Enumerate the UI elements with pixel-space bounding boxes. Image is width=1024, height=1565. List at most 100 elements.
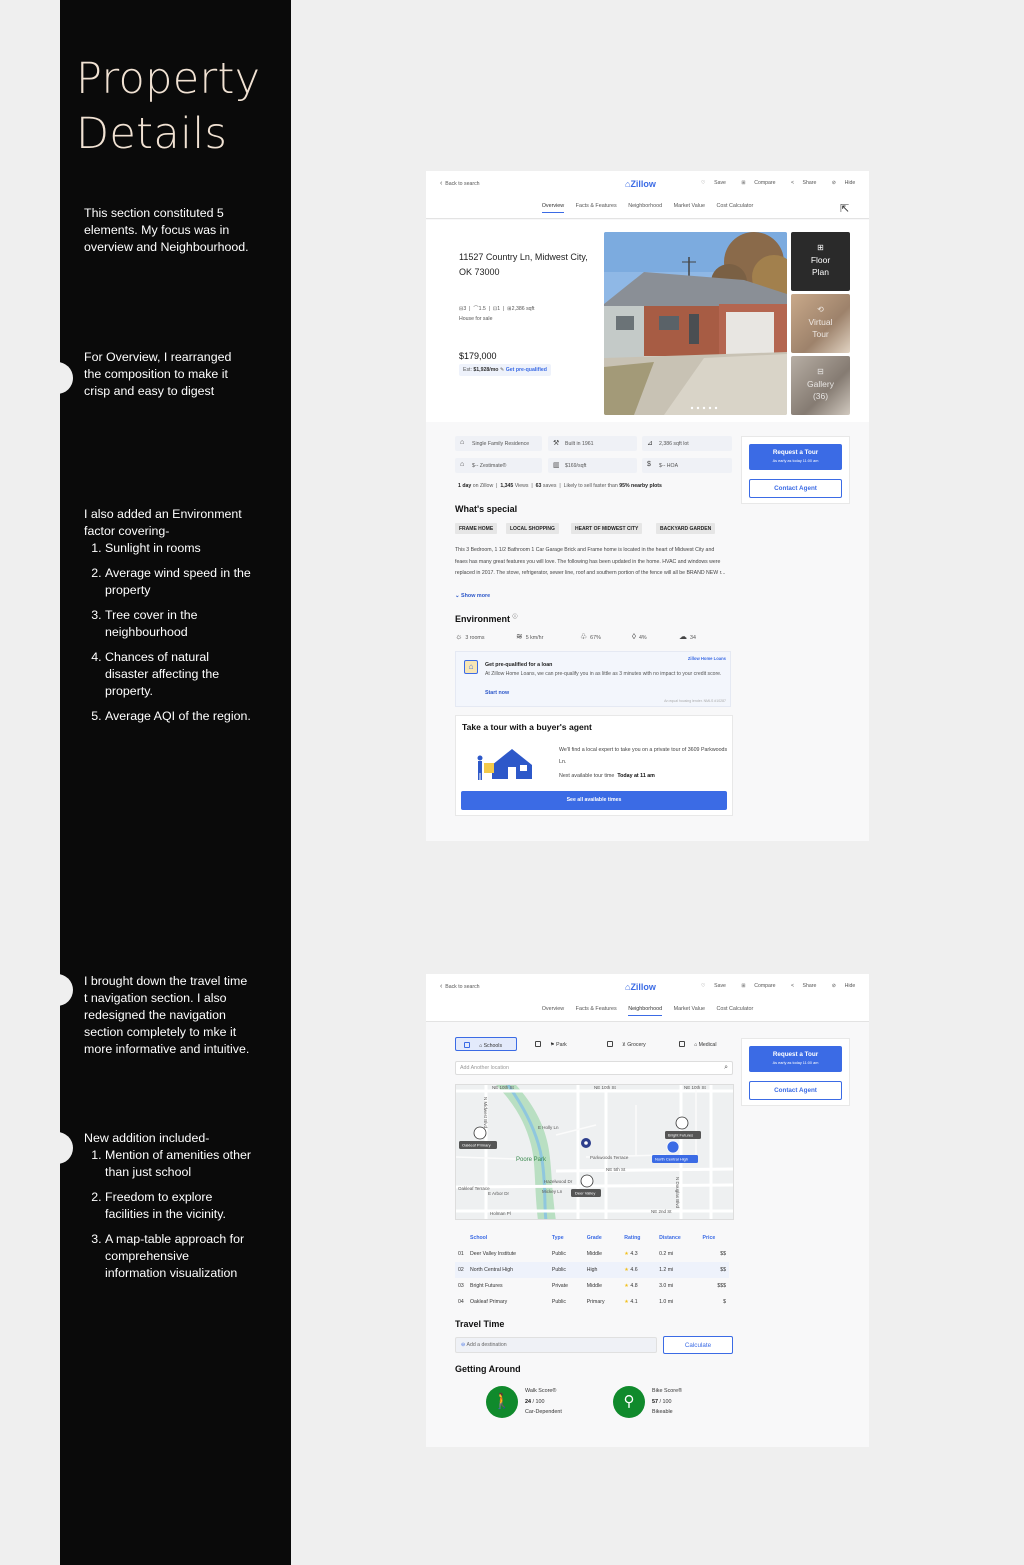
compare-button[interactable]: ⊞ Compare [741,180,782,186]
chip-zestimate: ⌂ $-- Zestimate® [455,458,542,473]
home-icon: ⌂ [460,439,465,446]
tab-cost-calculator[interactable]: Cost Calculator [716,203,753,212]
tree-icon: ♧ [580,632,588,641]
table-row[interactable]: 03 Bright Futures Private Middle ★ 4.8 3… [455,1278,729,1294]
cloud-icon: ☁ [679,632,687,641]
table-header: Price [702,1235,716,1241]
request-tour-button[interactable]: Request a Tour As early as today 11:00 a… [749,1046,842,1072]
baths-count: 1.5 [478,306,486,312]
filter-schools[interactable]: ⌂ Schools [455,1037,517,1051]
chip-label: 2,386 sqft lot [659,441,689,447]
environment-title: Environment [455,614,511,624]
school-pin-icon[interactable] [675,1116,689,1130]
hide-icon: ⊘ [831,983,837,989]
map-street-label: NE 10th St [594,1085,617,1090]
bike-score-value: 57 [652,1398,658,1405]
calculate-button[interactable]: Calculate [663,1336,733,1354]
map-street-label: E Holly Ln [538,1125,559,1130]
request-tour-label: Request a Tour [772,449,819,456]
filter-grocery[interactable]: ⊻ Grocery [599,1037,661,1051]
table-row[interactable]: 02 North Central High Public High ★ 4.6 … [455,1262,729,1278]
tab-neighborhood[interactable]: Neighborhood [628,1006,663,1016]
request-tour-button[interactable]: Request a Tour As early as today 11:00 a… [749,444,842,470]
env-wind: ≋ 5 km/hr [516,632,543,641]
tab-overview[interactable]: Overview [542,1006,564,1015]
stat-views: 1,345 [500,483,514,489]
add-location-input[interactable]: Add Another location ⌕ [455,1061,733,1075]
destination-input[interactable]: ⊖ Add a destination [455,1337,657,1353]
see-all-times-button[interactable]: See all available times [461,791,727,810]
search-icon[interactable]: ⌕ [724,1064,728,1072]
hospital-icon: ⌂ [694,1042,698,1048]
table-row[interactable]: 01 Deer Valley Institute Public Middle ★… [455,1246,729,1262]
school-type: Public [551,1299,567,1305]
gallery-thumbnail[interactable]: ⊟ Gallery (36) [791,356,850,415]
zillow-home-loans-logo: Zillow Home Loans [687,656,726,661]
list-item: Tree cover in the neighbourhood [105,607,252,641]
table-header-index [455,1233,467,1246]
back-to-search-link[interactable]: ‹ Back to search [440,180,480,187]
back-to-search-link[interactable]: ‹ Back to search [440,983,480,990]
env-disaster: ◊ 4% [632,632,647,641]
share-icon: < [791,983,795,989]
note-overview-intro: This section constituted 5 elements. My … [84,206,249,254]
stat-sell-bold: 95% nearby [619,483,649,489]
virtual-tour-thumbnail[interactable]: ⟲ Virtual Tour [791,294,850,353]
tab-market-value[interactable]: Market Value [674,203,705,212]
feature-tag: HEART OF MIDWEST CITY [571,523,643,534]
save-button[interactable]: ♡ Save [701,983,733,989]
contact-agent-button[interactable]: Contact Agent [749,479,842,498]
filter-park[interactable]: ⚑ Park [527,1037,589,1051]
share-button[interactable]: < Share [791,180,823,186]
get-prequalified-link[interactable]: Get pre-qualified [506,367,547,373]
estimated-payment: Est: $1,928/mo ✎ Get pre-qualified [459,364,551,376]
tab-cost-calculator[interactable]: Cost Calculator [716,1006,753,1015]
hide-button[interactable]: ⊘ Hide [832,983,862,989]
tab-overview[interactable]: Overview [541,203,565,213]
tab-neighborhood[interactable]: Neighborhood [628,203,662,212]
tab-facts-features[interactable]: Facts & Features [576,203,617,212]
neighborhood-mockup: ‹ Back to search ⌂Zillow ♡ Save ⊞ Compar… [426,974,869,1447]
rating-value: 4.6 [630,1267,638,1273]
cart-icon: ⊻ [622,1042,626,1048]
map-street-label: Holman Pl [490,1211,511,1216]
search-placeholder: Add Another location [460,1065,509,1071]
neighborhood-map[interactable]: NE 10th St NE 10th St NE 10th St Parkwoo… [455,1084,734,1220]
tab-facts-features[interactable]: Facts & Features [576,1006,617,1015]
filter-label: Park [556,1042,567,1048]
virtual-tour-label: Virtual Tour [808,317,833,339]
chip-home-type: ⌂ Single Family Residence [455,436,542,451]
env-sunlight: ☼ 3 rooms [455,632,484,641]
save-button[interactable]: ♡ Save [701,180,733,186]
start-now-link[interactable]: Start now [485,690,509,696]
walk-icon: 🚶 [486,1386,518,1418]
chevron-down-icon: ⌄ [455,593,460,599]
filter-medical[interactable]: ⌂ Medical [671,1037,733,1051]
tab-market-value[interactable]: Market Value [674,1006,705,1015]
share-button[interactable]: < Share [791,983,823,989]
floor-plan-thumbnail[interactable]: ⊞ Floor Plan [791,232,850,291]
chip-lot: ⊿ 2,386 sqft lot [642,436,732,451]
bike-score-max: / 100 [659,1398,672,1405]
contact-agent-button[interactable]: Contact Agent [749,1081,842,1100]
school-pin-icon[interactable] [580,1174,594,1188]
star-icon: ★ [624,1283,629,1289]
park-icon: ⚑ [550,1042,555,1048]
compare-button[interactable]: ⊞ Compare [741,983,782,989]
show-more-link[interactable]: ⌄ Show more [455,593,490,599]
school-pin-icon[interactable] [666,1140,680,1154]
zillow-logo[interactable]: ⌂Zillow [625,179,656,189]
info-icon[interactable]: ⓘ [513,614,518,620]
property-photo[interactable] [604,232,787,415]
row-index: 04 [458,1299,464,1305]
top-nav: ‹ Back to search ⌂Zillow ♡ Save ⊞ Compar… [426,171,869,219]
hide-label: Hide [844,983,856,989]
bike-icon: ⚲ [613,1386,645,1418]
school-price: $$ [699,1262,729,1278]
school-pin-icon[interactable] [473,1126,487,1140]
table-row[interactable]: 04 Oakleaf Primary Public Primary ★ 4.1 … [455,1294,729,1310]
share-icon: < [791,180,795,186]
hide-button[interactable]: ⊘ Hide [832,180,862,186]
zillow-logo[interactable]: ⌂Zillow [625,982,656,992]
garage-count: 1 [497,306,501,312]
